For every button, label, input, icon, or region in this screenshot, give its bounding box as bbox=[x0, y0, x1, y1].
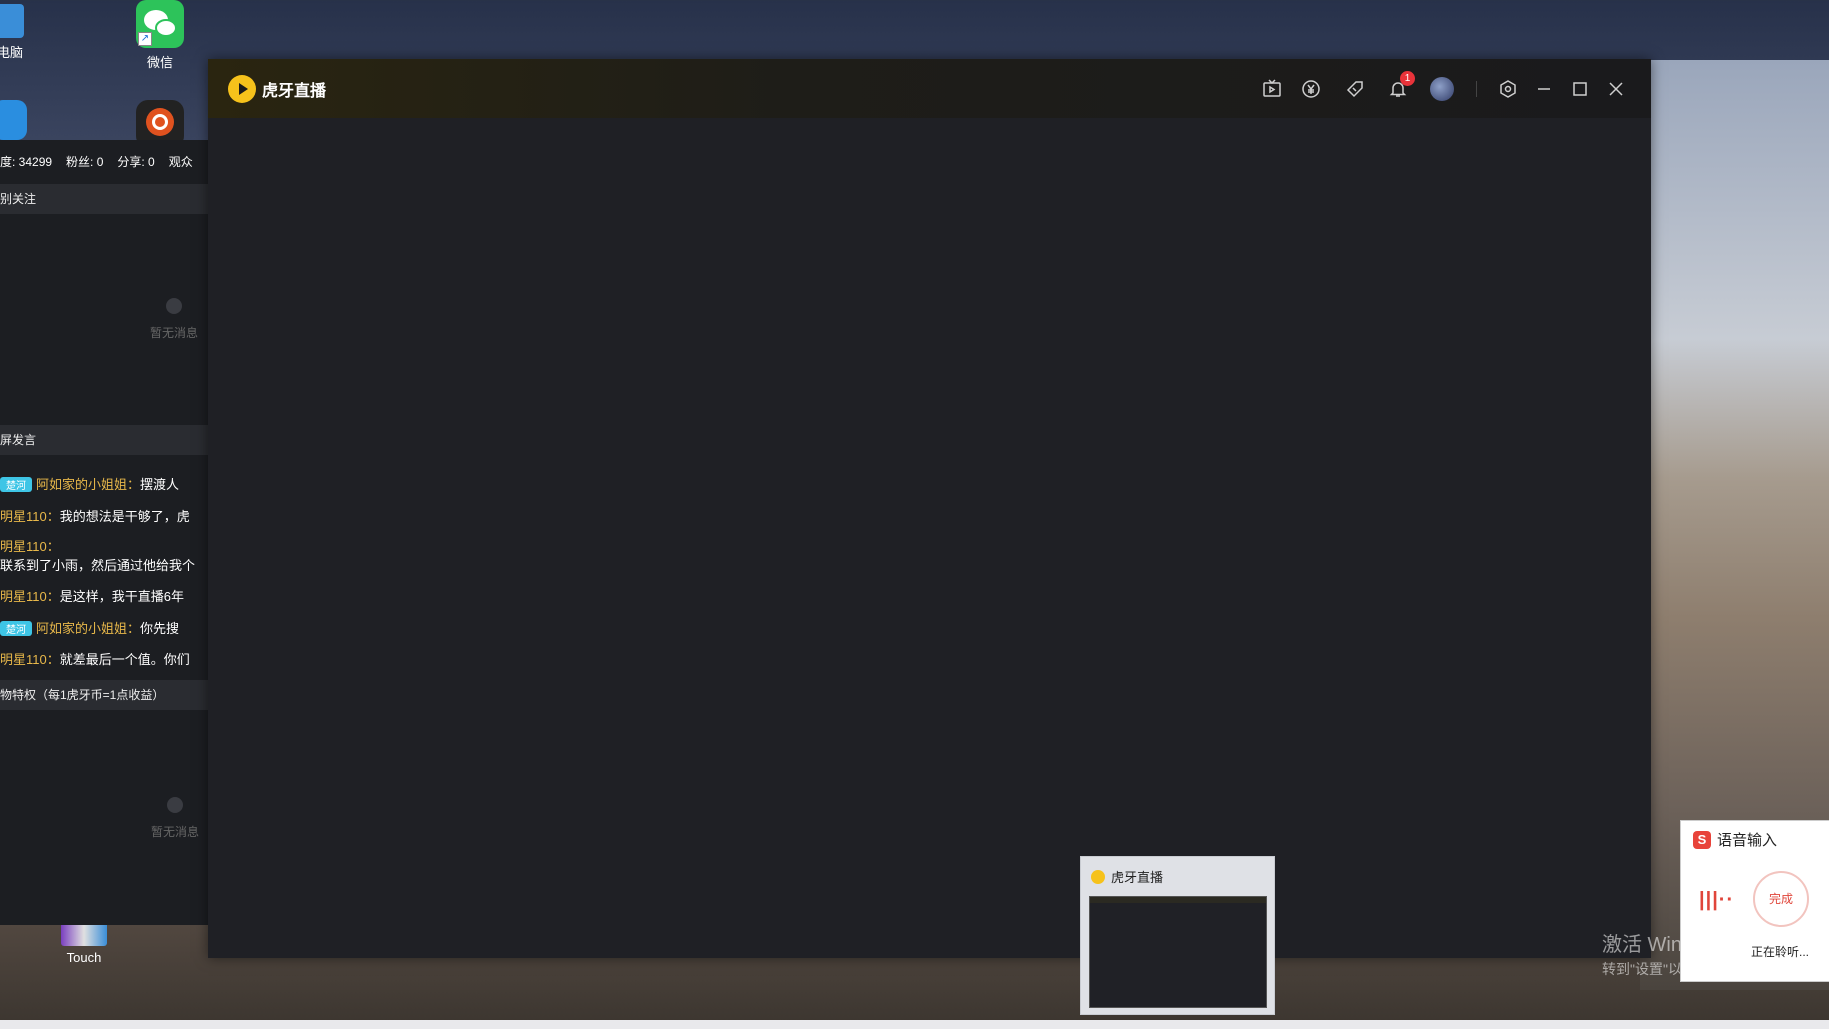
chat-message: 楚河 阿如家的小姐姐：摆渡人 bbox=[0, 474, 210, 493]
desktop-icon-label: 电脑 bbox=[0, 45, 23, 60]
chat-text: 摆渡人 bbox=[140, 477, 180, 492]
empty-state-gift: 暂无消息 bbox=[135, 797, 215, 840]
app-title: 虎牙直播 bbox=[262, 83, 327, 100]
stat-viewers: 观众 bbox=[168, 154, 193, 169]
empty-icon bbox=[166, 298, 182, 314]
empty-text: 暂无消息 bbox=[149, 326, 198, 340]
app-logo: 虎牙直播 bbox=[228, 75, 326, 103]
app-icon bbox=[0, 100, 27, 140]
notification-badge: 1 bbox=[1400, 71, 1415, 86]
empty-icon bbox=[167, 797, 183, 813]
chat-text: 你先搜 bbox=[140, 621, 180, 636]
user-avatar-button[interactable] bbox=[1430, 77, 1454, 101]
chat-text: 联系到了小雨，然后通过他给我个 bbox=[0, 558, 196, 573]
done-button[interactable]: 完成 bbox=[1753, 871, 1809, 927]
chat-message-continued: 联系到了小雨，然后通过他给我个 bbox=[0, 555, 210, 574]
shortcut-arrow-icon: ↗ bbox=[138, 32, 152, 46]
chat-message: 楚河 阿如家的小姐姐：你先搜 bbox=[0, 618, 210, 637]
chat-nick[interactable]: 明星110： bbox=[0, 539, 60, 554]
ticket-icon[interactable] bbox=[1343, 77, 1367, 101]
tv-icon[interactable] bbox=[1260, 77, 1284, 101]
bell-icon[interactable]: 1 bbox=[1386, 71, 1415, 101]
stat-popularity: 度: 34299 bbox=[0, 154, 53, 169]
stat-share: 分享: 0 bbox=[117, 154, 155, 169]
computer-icon bbox=[0, 4, 24, 38]
close-icon[interactable] bbox=[1604, 77, 1628, 101]
voice-input-widget: S 语音输入 |||·· 完成 正在聆听... bbox=[1680, 820, 1829, 982]
chat-message: 明星110：就差最后一个值。你们 bbox=[0, 649, 210, 668]
desktop-icon-label: 微信 bbox=[146, 55, 173, 70]
stat-fans: 粉丝: 0 bbox=[66, 154, 104, 169]
chat-text: 就差最后一个值。你们 bbox=[59, 652, 190, 667]
chat-message: 明星110：我的想法是干够了，虎 bbox=[0, 506, 210, 525]
maximize-icon[interactable] bbox=[1568, 77, 1592, 101]
desktop-icon-wechat[interactable]: ↗ 微信 bbox=[130, 0, 190, 71]
taskbar-thumbnail[interactable]: 虎牙直播 bbox=[1080, 856, 1275, 1015]
fan-badge: 楚河 bbox=[0, 477, 32, 492]
toolbar-divider bbox=[1476, 81, 1477, 97]
waveform-icon: |||·· bbox=[1699, 889, 1735, 911]
section-follow: 别关注 bbox=[0, 184, 208, 214]
content-area bbox=[208, 118, 1651, 958]
settings-icon[interactable] bbox=[1496, 77, 1520, 101]
thumbnail-title-row: 虎牙直播 bbox=[1091, 867, 1163, 886]
huya-logo-icon bbox=[1091, 869, 1105, 884]
chat-message: 明星110：是这样，我干直播6年 bbox=[0, 586, 210, 605]
huya-main-window: 虎牙直播 1 bbox=[208, 59, 1651, 958]
chat-text: 是这样，我干直播6年 bbox=[59, 589, 184, 604]
sogou-icon: S bbox=[1693, 830, 1711, 849]
fan-badge: 楚河 bbox=[0, 621, 32, 636]
thumbnail-preview[interactable] bbox=[1089, 896, 1267, 1008]
chat-nick[interactable]: 阿如家的小姐姐： bbox=[36, 477, 140, 492]
chat-text: 我的想法是干够了，虎 bbox=[59, 509, 190, 524]
empty-text: 暂无消息 bbox=[150, 825, 199, 839]
avatar bbox=[1430, 77, 1454, 101]
voice-input-title: 语音输入 bbox=[1717, 832, 1778, 849]
minimize-icon[interactable] bbox=[1532, 77, 1556, 101]
desktop-icon-app[interactable] bbox=[0, 100, 34, 144]
thumbnail-title: 虎牙直播 bbox=[1111, 870, 1164, 885]
preview-titlebar bbox=[1090, 897, 1266, 903]
voice-input-header: S 语音输入 bbox=[1693, 829, 1777, 850]
desktop-icon-computer[interactable]: 电脑 bbox=[0, 4, 40, 61]
background-app-panel: 度: 34299 粉丝: 0 分享: 0 观众 别关注 暂无消息 屏发言 楚河阿… bbox=[0, 140, 208, 925]
section-chat: 屏发言 bbox=[0, 425, 208, 455]
currency-icon[interactable] bbox=[1299, 77, 1323, 101]
chat-message: 明星110： bbox=[0, 536, 210, 555]
empty-state-follow: 暂无消息 bbox=[134, 298, 214, 341]
chat-nick[interactable]: 明星110： bbox=[0, 589, 60, 604]
huya-logo-icon bbox=[228, 75, 256, 103]
chat-nick[interactable]: 明星110： bbox=[0, 652, 60, 667]
desktop-icon-label: Touch bbox=[66, 950, 102, 965]
chat-nick[interactable]: 阿如家的小姐姐： bbox=[36, 621, 140, 636]
taskbar-edge bbox=[0, 1020, 1829, 1029]
listening-status: 正在聆听... bbox=[1751, 945, 1810, 959]
desktop-icon-touch[interactable]: Touch bbox=[54, 920, 114, 965]
wechat-icon: ↗ bbox=[136, 0, 184, 48]
stats-row: 度: 34299 粉丝: 0 分享: 0 观众 bbox=[0, 140, 208, 182]
chat-nick[interactable]: 明星110： bbox=[0, 509, 60, 524]
title-bar[interactable]: 虎牙直播 1 bbox=[208, 59, 1651, 118]
section-gift: 物特权（每1虎牙币=1点收益） bbox=[0, 680, 208, 710]
